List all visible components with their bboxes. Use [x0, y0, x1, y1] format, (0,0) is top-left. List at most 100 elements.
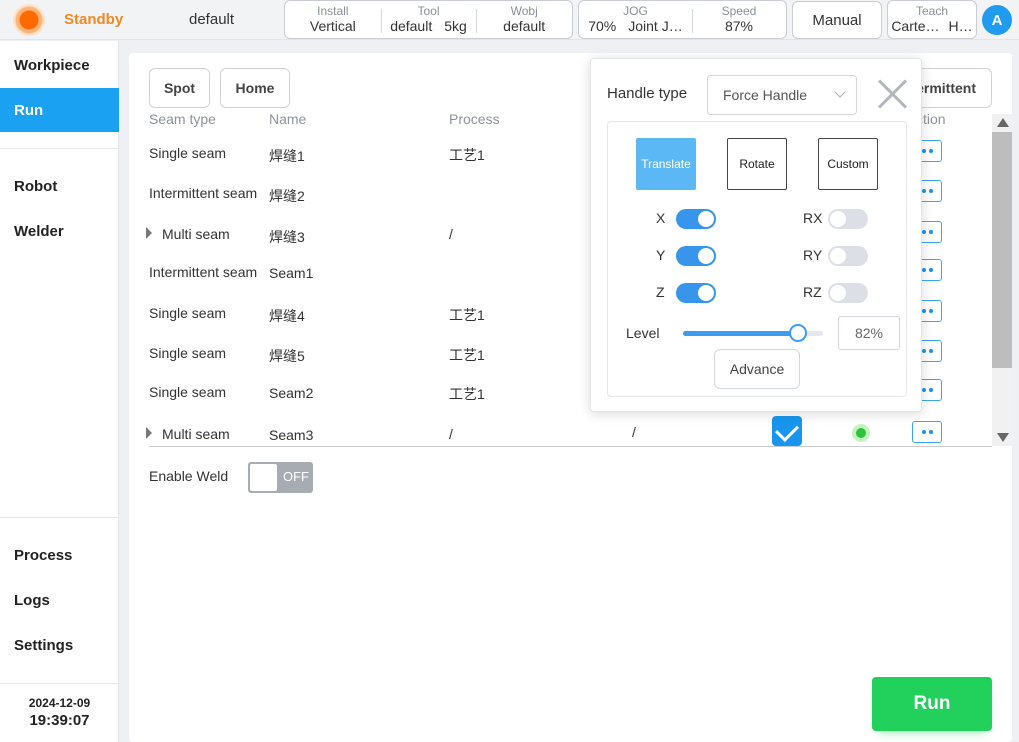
- speed-cell[interactable]: Speed 87%: [691, 1, 786, 38]
- status-dot-icon: [852, 424, 870, 442]
- sidebar-divider: [0, 683, 119, 684]
- jog-mode: Joint J…: [628, 18, 683, 34]
- sidebar-item-robot[interactable]: Robot: [0, 164, 119, 208]
- seam-type-cell: Multi seam: [162, 426, 230, 442]
- axis-rz-switch[interactable]: [828, 283, 868, 303]
- more-dot-icon: [921, 189, 926, 193]
- axis-ry-switch[interactable]: [828, 246, 868, 266]
- clock-date: 2024-12-09: [28, 696, 91, 710]
- seam-extra-cell: /: [632, 424, 636, 440]
- enable-weld-label: Enable Weld: [149, 468, 229, 484]
- axis-z-label: Z: [656, 284, 665, 300]
- seam-name-cell: 焊缝3: [269, 229, 305, 245]
- header-process: Process: [449, 111, 500, 127]
- seam-enabled-checkbox[interactable]: [772, 416, 802, 446]
- chevron-down-icon: [834, 86, 846, 98]
- sidebar: Workpiece Run Robot Welder Process Logs …: [0, 41, 119, 742]
- more-actions-button[interactable]: [912, 421, 942, 443]
- axis-x-switch[interactable]: [676, 209, 716, 229]
- install-cell[interactable]: Install Vertical: [285, 1, 381, 38]
- clock: 2024-12-09 19:39:07: [0, 696, 119, 729]
- expand-arrow-icon[interactable]: [146, 427, 152, 439]
- more-dot-icon: [921, 309, 926, 313]
- wobj-cell[interactable]: Wobj default: [476, 1, 572, 38]
- header-seam-type: Seam type: [149, 111, 216, 127]
- seam-type-cell: Single seam: [149, 145, 227, 161]
- level-input[interactable]: 82%: [838, 316, 900, 350]
- handle-popup: Handle type Force Handle Translate Rotat…: [590, 58, 922, 412]
- wobj-label: Wobj: [510, 4, 538, 18]
- wobj-value: default: [503, 18, 546, 34]
- home-button[interactable]: Home: [220, 68, 290, 108]
- sidebar-item-settings[interactable]: Settings: [0, 623, 119, 667]
- tool-value: default: [390, 18, 433, 34]
- seam-type-cell: Intermittent seam: [149, 185, 258, 201]
- more-dot-icon: [928, 388, 933, 392]
- axis-y-label: Y: [656, 247, 666, 263]
- seam-process-cell: 工艺1: [449, 347, 485, 363]
- close-icon[interactable]: [877, 79, 907, 109]
- scroll-up-icon[interactable]: [997, 118, 1009, 127]
- more-dot-icon: [928, 149, 933, 153]
- more-dot-icon: [928, 189, 933, 193]
- level-slider[interactable]: [683, 324, 823, 342]
- mode-custom-button[interactable]: Custom: [818, 138, 878, 190]
- seam-type-cell: Intermittent seam: [149, 264, 258, 280]
- mode-translate-button[interactable]: Translate: [636, 138, 696, 190]
- table-scrollbar[interactable]: [992, 114, 1012, 446]
- tool-cell[interactable]: Tool default 5kg: [380, 1, 477, 38]
- expand-arrow-icon[interactable]: [146, 227, 152, 239]
- teach-mode: H…: [948, 18, 973, 34]
- handle-type-value: Force Handle: [723, 87, 808, 103]
- teach-frame: Carte…: [891, 18, 940, 34]
- robot-status: Standby: [64, 11, 124, 28]
- logo-icon: [13, 4, 45, 36]
- teach-cell[interactable]: Teach Carte… H…: [888, 1, 976, 38]
- project-name[interactable]: default: [189, 11, 234, 28]
- axis-rx-switch[interactable]: [828, 209, 868, 229]
- sidebar-item-run[interactable]: Run: [0, 88, 119, 132]
- level-slider-fill: [683, 331, 798, 336]
- tool-values: default 5kg: [390, 18, 467, 34]
- axis-z-switch[interactable]: [676, 283, 716, 303]
- spot-button[interactable]: Spot: [149, 68, 210, 108]
- seam-name-cell: 焊缝5: [269, 348, 305, 364]
- handle-type-select[interactable]: Force Handle: [707, 75, 857, 115]
- level-slider-handle[interactable]: [788, 324, 807, 342]
- clock-time: 19:39:07: [29, 712, 90, 729]
- teach-label: Teach: [915, 4, 949, 18]
- enable-weld-toggle[interactable]: OFF: [248, 462, 313, 493]
- toggle-knob: [250, 464, 277, 491]
- level-label: Level: [626, 325, 660, 341]
- jog-cell[interactable]: JOG 70% Joint J…: [579, 1, 692, 38]
- teach-group[interactable]: Teach Carte… H…: [887, 0, 977, 39]
- more-dot-icon: [921, 388, 926, 392]
- jog-values: 70% Joint J…: [588, 18, 683, 34]
- install-tool-wobj-group[interactable]: Install Vertical Tool default 5kg Wobj d…: [284, 0, 573, 39]
- run-button[interactable]: Run: [872, 677, 992, 731]
- sidebar-item-logs[interactable]: Logs: [0, 578, 119, 622]
- seam-type-cell: Single seam: [149, 384, 227, 400]
- top-bar: Standby default Install Vertical Tool de…: [0, 0, 1019, 40]
- axis-rz-label: RZ: [803, 284, 822, 300]
- scroll-down-icon[interactable]: [997, 433, 1009, 442]
- sidebar-item-welder[interactable]: Welder: [0, 209, 119, 253]
- speed-value: 87%: [724, 18, 753, 34]
- seam-type-cell: Multi seam: [162, 226, 230, 242]
- mode-rotate-button[interactable]: Rotate: [727, 138, 787, 190]
- sidebar-item-process[interactable]: Process: [0, 533, 119, 577]
- install-label: Install: [317, 4, 349, 18]
- axis-y-switch[interactable]: [676, 246, 716, 266]
- tool-load: 5kg: [444, 18, 467, 34]
- manual-mode-button[interactable]: Manual: [792, 1, 882, 39]
- advance-button[interactable]: Advance: [714, 349, 800, 389]
- speed-label: Speed: [721, 4, 757, 18]
- sidebar-item-workpiece[interactable]: Workpiece: [0, 43, 119, 87]
- avatar[interactable]: A: [982, 5, 1012, 35]
- scroll-thumb[interactable]: [992, 132, 1012, 368]
- jog-label: JOG: [623, 4, 648, 18]
- more-dot-icon: [928, 349, 933, 353]
- seam-process-cell: 工艺1: [449, 307, 485, 323]
- jog-speed-group[interactable]: JOG 70% Joint J… Speed 87%: [578, 0, 787, 39]
- seam-name-cell: Seam1: [269, 265, 314, 281]
